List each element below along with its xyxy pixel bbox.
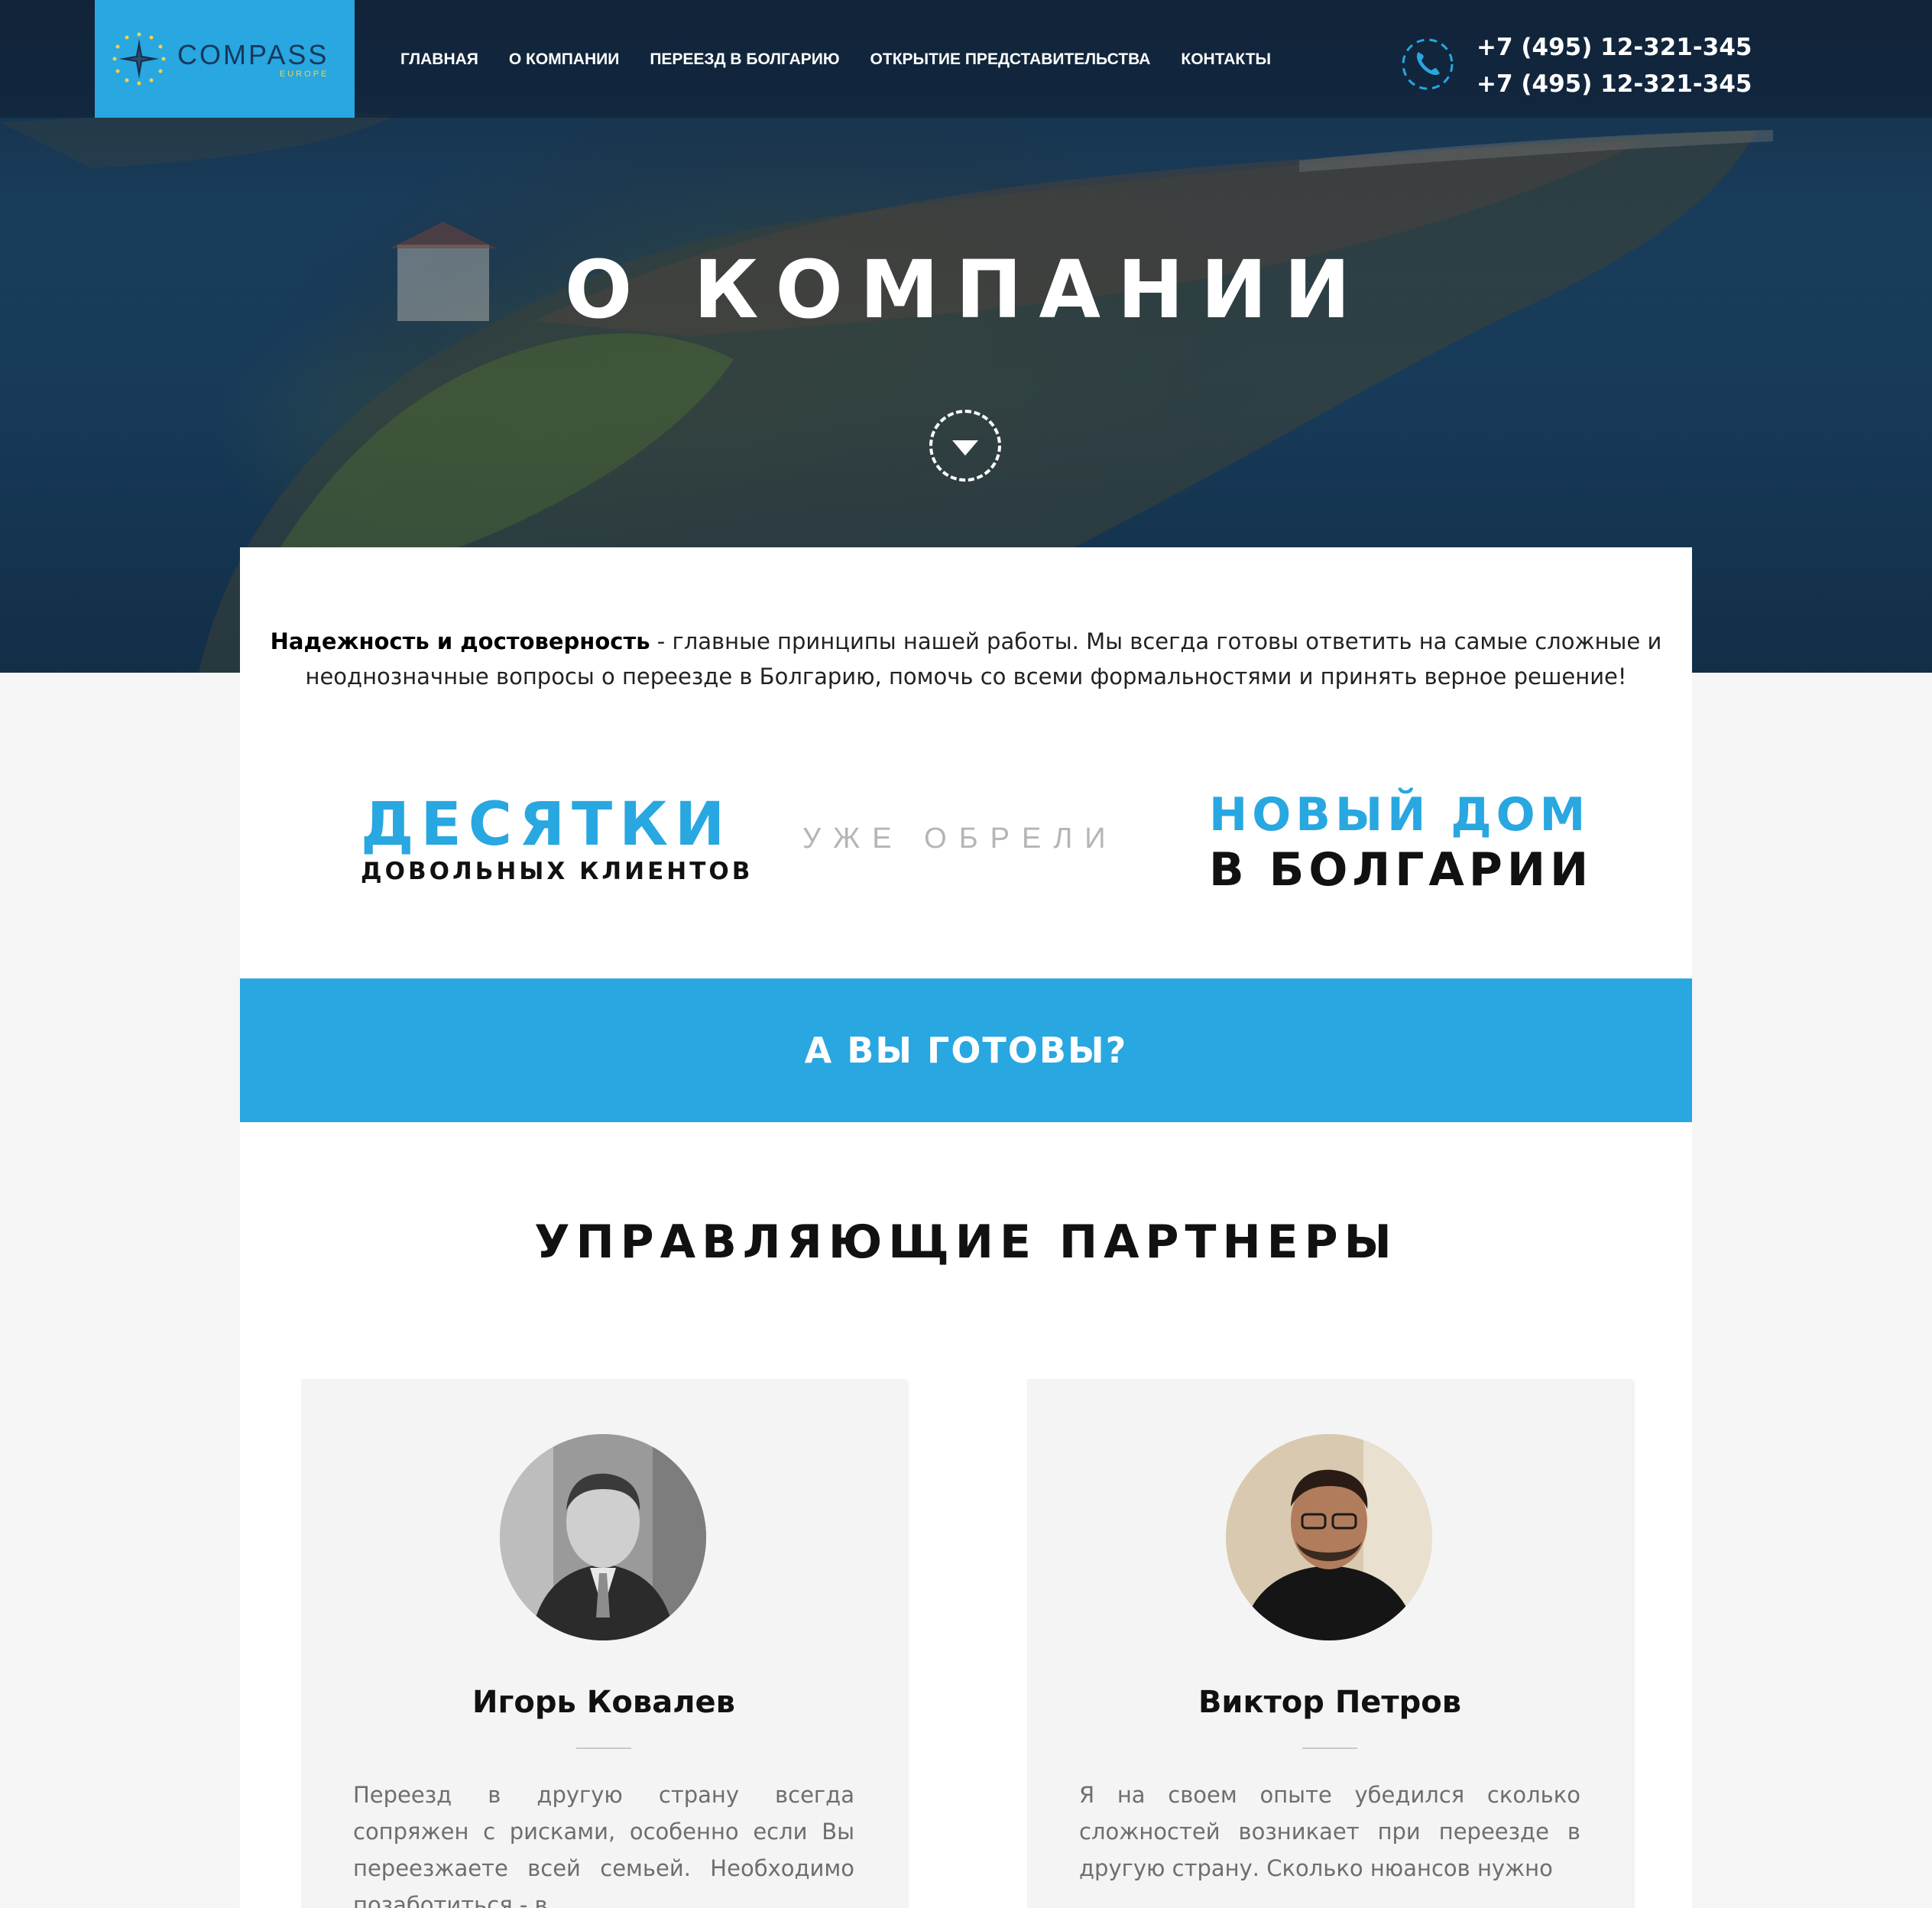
avatar bbox=[1226, 1434, 1432, 1640]
site-logo[interactable]: COMPASS EUROPE bbox=[95, 0, 355, 118]
partner-quote: Переезд в другую страну всегда сопряжен … bbox=[353, 1782, 854, 1908]
partner-card: Виктор Петров Я на своем опыте убедился … bbox=[1027, 1379, 1632, 1908]
content-card: Надежность и достоверность - главные при… bbox=[240, 547, 1692, 1908]
stat-new-home-line1: НОВЫЙ ДОМ bbox=[1209, 788, 1590, 842]
phone-icon[interactable] bbox=[1400, 37, 1455, 92]
stat-clients: ДЕСЯТКИ ДОВОЛЬНЫХ КЛИЕНТОВ bbox=[361, 790, 753, 885]
stat-connector: УЖЕ ОБРЕЛИ bbox=[802, 823, 1118, 855]
page-title: О КОМПАНИИ bbox=[564, 243, 1368, 336]
intro-paragraph: Надежность и достоверность - главные при… bbox=[240, 624, 1692, 694]
chevron-down-icon bbox=[952, 440, 978, 456]
cta-label: А ВЫ ГОТОВЫ? bbox=[804, 1030, 1128, 1071]
phone-number-1[interactable]: +7 (495) 12-321-345 bbox=[1477, 29, 1752, 66]
partner-name: Игорь Ковалев bbox=[472, 1685, 735, 1720]
nav-link-about[interactable]: О КОМПАНИИ bbox=[509, 50, 619, 69]
main-nav: ГЛАВНАЯ О КОМПАНИИ ПЕРЕЕЗД В БОЛГАРИЮ ОТ… bbox=[400, 50, 1302, 69]
top-navigation-bar: COMPASS EUROPE ГЛАВНАЯ О КОМПАНИИ ПЕРЕЕЗ… bbox=[0, 0, 1932, 118]
nav-link-contacts[interactable]: КОНТАКТЫ bbox=[1181, 50, 1271, 69]
phone-number-2[interactable]: +7 (495) 12-321-345 bbox=[1477, 66, 1752, 102]
nav-link-relocation[interactable]: ПЕРЕЕЗД В БОЛГАРИЮ bbox=[650, 50, 839, 69]
stat-new-home-line2: В БОЛГАРИИ bbox=[1209, 843, 1593, 897]
logo-text: COMPASS bbox=[177, 39, 329, 70]
avatar bbox=[500, 1434, 706, 1640]
partner-name: Виктор Петров bbox=[1198, 1685, 1462, 1720]
partner-card: Игорь Ковалев Переезд в другую страну вс… bbox=[301, 1379, 906, 1908]
nav-link-representation[interactable]: ОТКРЫТИЕ ПРЕДСТАВИТЕЛЬСТВА bbox=[870, 50, 1151, 69]
stat-new-home: НОВЫЙ ДОМ В БОЛГАРИИ bbox=[1209, 787, 1593, 897]
partners-heading: УПРАВЛЯЮЩИЕ ПАРТНЕРЫ bbox=[534, 1215, 1398, 1269]
compass-star-icon bbox=[112, 32, 166, 86]
partner-quote: Я на своем опыте убедился сколько сложно… bbox=[1079, 1782, 1580, 1881]
scroll-down-button[interactable] bbox=[929, 410, 1001, 482]
stat-clients-small: ДОВОЛЬНЫХ КЛИЕНТОВ bbox=[361, 858, 754, 885]
stat-clients-big: ДЕСЯТКИ bbox=[361, 790, 732, 859]
partner-divider bbox=[1302, 1747, 1357, 1749]
partner-divider bbox=[576, 1747, 631, 1749]
nav-link-home[interactable]: ГЛАВНАЯ bbox=[400, 50, 478, 69]
intro-bold: Надежность и достоверность bbox=[270, 628, 650, 654]
cta-banner-button[interactable]: А ВЫ ГОТОВЫ? bbox=[240, 978, 1692, 1122]
phone-numbers: +7 (495) 12-321-345 +7 (495) 12-321-345 bbox=[1477, 29, 1752, 102]
